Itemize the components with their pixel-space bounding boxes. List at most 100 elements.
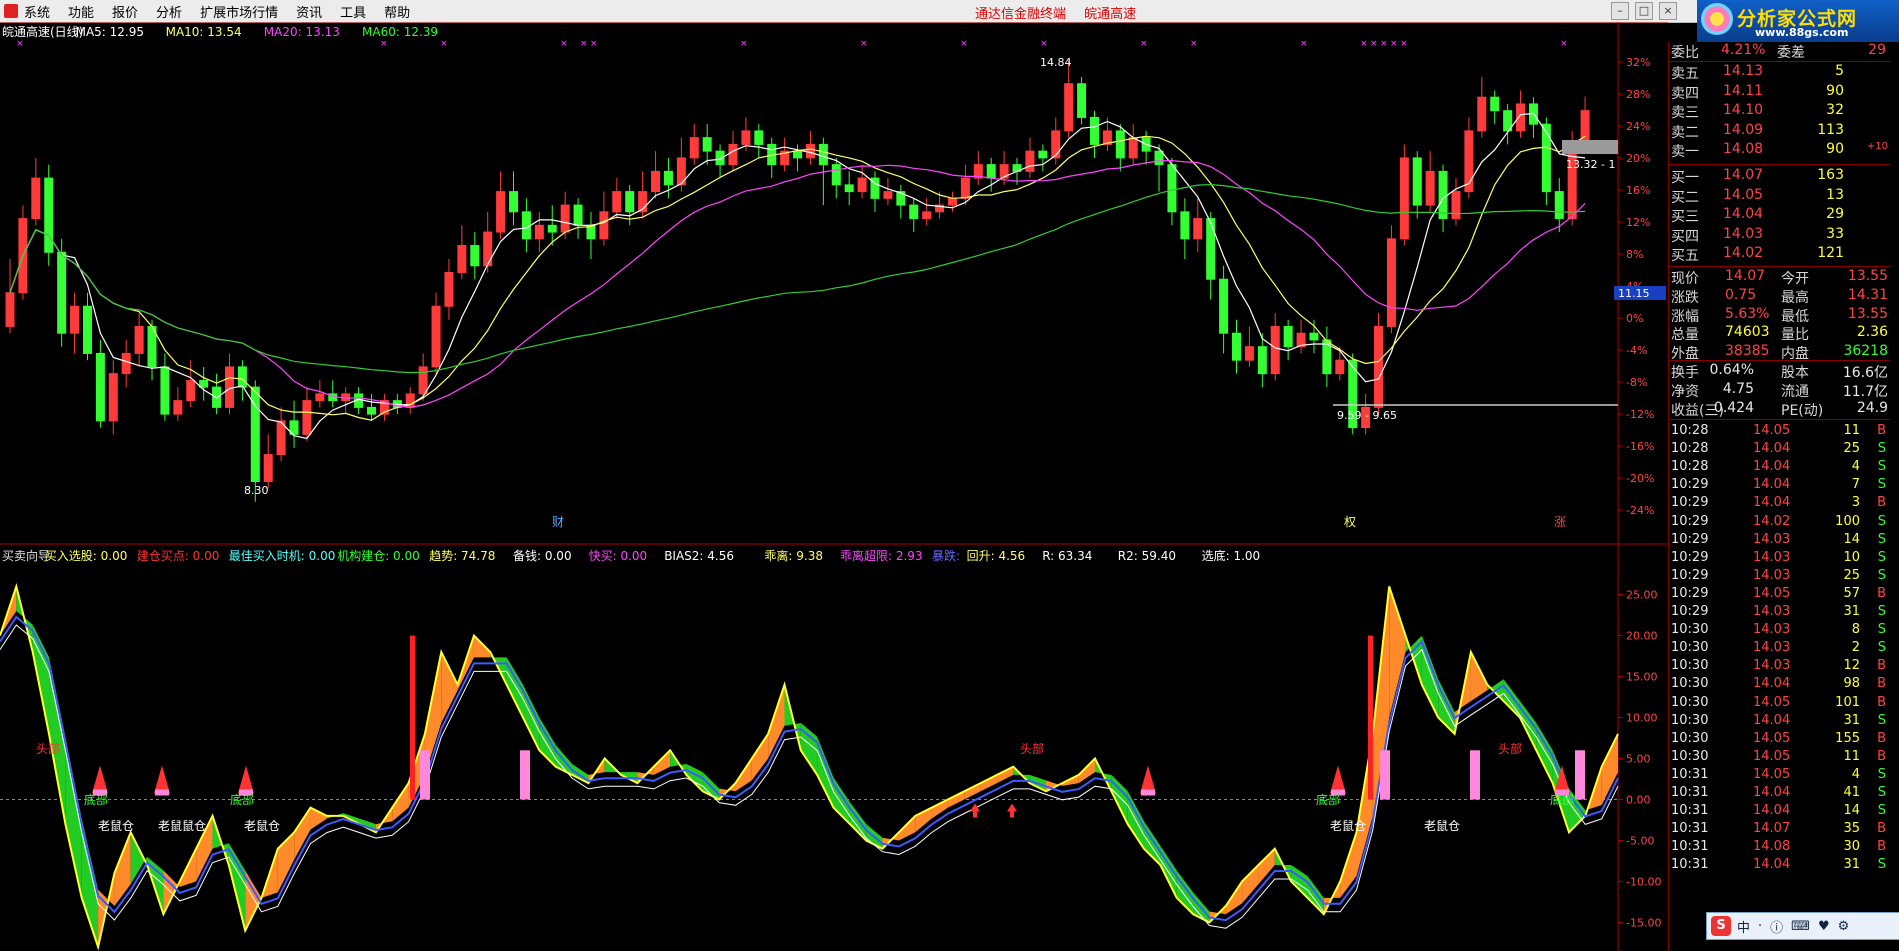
ask-extra: +10 bbox=[1866, 141, 1888, 152]
tick-side: B bbox=[1877, 495, 1886, 511]
stat-label: 总量 bbox=[1671, 327, 1699, 344]
chart-area[interactable]: 皖通高速(日线)MA5: 12.95 MA10: 13.54 MA20: 13.13… bbox=[0, 22, 1668, 951]
tick-time: 10:30 bbox=[1671, 622, 1709, 638]
tick-volume: 3 bbox=[1851, 495, 1860, 511]
minimize-icon[interactable]: – bbox=[1611, 2, 1629, 20]
candle-body bbox=[431, 305, 441, 368]
peak-base bbox=[1141, 789, 1155, 796]
candle-body bbox=[509, 191, 519, 213]
ribbon-segment bbox=[964, 783, 981, 800]
tick-volume: 4 bbox=[1851, 459, 1860, 475]
stat-value: 5.63% bbox=[1725, 305, 1770, 322]
menu-analysis[interactable]: 分析 bbox=[156, 2, 182, 21]
tick-row: 10:30 14.05 101 B bbox=[1669, 695, 1890, 713]
menu-system[interactable]: 系统 bbox=[24, 2, 50, 21]
ime-toolbar[interactable]: S 中 · ⓘ ⌨ ♥ ⚙ bbox=[1706, 912, 1899, 940]
close-icon[interactable]: × bbox=[1659, 2, 1677, 20]
separator bbox=[1669, 266, 1890, 267]
brand-logo: 分析家公式网 www.88gs.com bbox=[1697, 0, 1899, 42]
flower-logo-icon bbox=[1701, 3, 1733, 35]
head-label: 头部 bbox=[1498, 741, 1522, 756]
ime-settings-icon[interactable]: ⚙ bbox=[1838, 919, 1850, 934]
ime-info-icon[interactable]: ⓘ bbox=[1770, 917, 1783, 936]
bottom-header-item: R2: 59.40 bbox=[1118, 549, 1176, 563]
candle-body bbox=[1541, 123, 1551, 193]
tick-time: 10:29 bbox=[1671, 604, 1709, 619]
y-tick-label: 32% bbox=[1626, 56, 1650, 69]
tick-row: 10:29 14.05 57 B bbox=[1669, 586, 1890, 604]
stat-label: 最低 bbox=[1781, 308, 1809, 325]
ime-skin-icon[interactable]: ♥ bbox=[1818, 919, 1830, 934]
candle-body bbox=[702, 137, 712, 152]
stat2-value: 0.424 bbox=[1713, 400, 1754, 416]
ask-volume: 90 bbox=[1826, 141, 1844, 157]
candle-body bbox=[857, 177, 867, 193]
tick-time: 10:31 bbox=[1671, 803, 1709, 819]
ime-keyboard-icon[interactable]: ⌨ bbox=[1791, 919, 1810, 934]
tick-side: S bbox=[1877, 785, 1886, 800]
bottom-header-item: 快买: 0.00 bbox=[589, 549, 648, 563]
candle-body bbox=[1077, 83, 1087, 118]
candle-body bbox=[134, 325, 144, 354]
weibi-value: 4.21% bbox=[1721, 42, 1766, 58]
tick-row: 10:30 14.04 31 S bbox=[1669, 713, 1890, 731]
app-icon bbox=[4, 4, 18, 18]
tick-time: 10:31 bbox=[1671, 766, 1709, 782]
tick-side: B bbox=[1877, 585, 1886, 601]
ask-volume: 5 bbox=[1835, 63, 1844, 79]
menu-function[interactable]: 功能 bbox=[68, 2, 94, 21]
tick-time: 10:29 bbox=[1671, 531, 1709, 547]
tick-row: 10:28 14.04 4 S bbox=[1669, 459, 1890, 477]
stat-label: 现价 bbox=[1671, 271, 1699, 287]
candle-body bbox=[224, 366, 234, 408]
menu-extended-market[interactable]: 扩展市场行情 bbox=[200, 2, 278, 21]
y-tick-label: 10.00 bbox=[1626, 712, 1658, 725]
sogou-icon[interactable]: S bbox=[1711, 916, 1731, 936]
bottom-header-item: 买卖向导 bbox=[2, 548, 50, 563]
bottom-label: 底部 bbox=[230, 792, 254, 807]
candle-body bbox=[31, 177, 41, 220]
bid-row: 买一 14.07 163 bbox=[1669, 167, 1890, 186]
marker-zhang: 涨 bbox=[1554, 514, 1566, 529]
candle-body bbox=[521, 211, 531, 240]
top-header-item: MA10: 13.54 bbox=[166, 25, 242, 39]
candle-body bbox=[70, 305, 80, 334]
candle-body bbox=[1089, 116, 1099, 145]
stat-value: 13.55 bbox=[1847, 268, 1888, 284]
ime-punct-icon[interactable]: · bbox=[1758, 919, 1762, 934]
y-tick-label: 8% bbox=[1626, 248, 1643, 261]
tick-price: 14.04 bbox=[1753, 459, 1791, 475]
candle-body bbox=[1219, 278, 1229, 334]
tick-side: B bbox=[1877, 839, 1886, 855]
top-x-marker: × bbox=[1560, 39, 1568, 49]
menu-help[interactable]: 帮助 bbox=[384, 2, 410, 21]
weibi-row: 委比 4.21% 委差 29 bbox=[1669, 42, 1890, 61]
weibi-label: 委比 bbox=[1671, 45, 1699, 61]
ribbon-segment bbox=[1176, 870, 1194, 915]
candle-body bbox=[1335, 359, 1345, 375]
candle-body bbox=[1025, 150, 1035, 172]
ribbon-segment bbox=[751, 733, 769, 781]
peak-triangle bbox=[238, 765, 254, 794]
tick-price: 14.03 bbox=[1753, 640, 1791, 656]
top-x-marker: × bbox=[580, 39, 588, 49]
top-x-marker: × bbox=[1370, 39, 1378, 49]
y-tick-label: 5.00 bbox=[1626, 753, 1651, 766]
stat2-label: 换手 bbox=[1671, 365, 1699, 381]
tick-side: B bbox=[1877, 821, 1886, 837]
tick-row: 10:29 14.03 31 S bbox=[1669, 604, 1890, 622]
tick-time: 10:29 bbox=[1671, 477, 1709, 493]
candle-body bbox=[1232, 332, 1242, 361]
menu-news[interactable]: 资讯 bbox=[296, 2, 322, 21]
tick-row: 10:31 14.04 14 S bbox=[1669, 803, 1890, 821]
tick-row: 10:29 14.04 3 B bbox=[1669, 495, 1890, 513]
menu-tools[interactable]: 工具 bbox=[340, 2, 366, 21]
bottom-header-item: 暴跌: bbox=[932, 548, 960, 563]
range-high-box bbox=[1562, 140, 1618, 154]
candle-body bbox=[1270, 325, 1280, 375]
ime-chinese-icon[interactable]: 中 bbox=[1737, 917, 1750, 936]
range-low-label: 9.59 - 9.65 bbox=[1337, 409, 1397, 422]
restore-icon[interactable]: □ bbox=[1635, 2, 1653, 20]
bid-price: 14.04 bbox=[1723, 206, 1764, 222]
menu-quote[interactable]: 报价 bbox=[112, 2, 138, 21]
